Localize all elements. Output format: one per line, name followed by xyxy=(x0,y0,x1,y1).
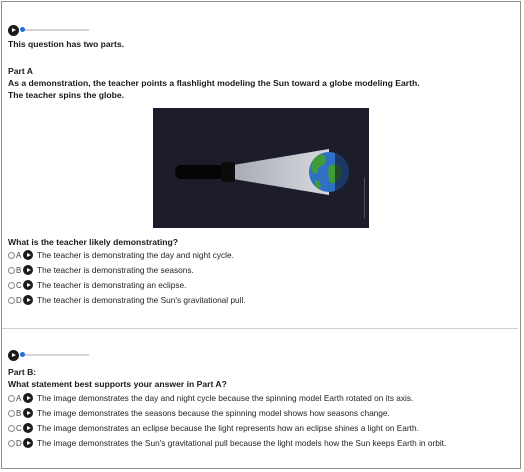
section-divider xyxy=(2,328,518,329)
audio-progress-knob[interactable] xyxy=(20,27,25,32)
option-text: The image demonstrates an eclipse becaus… xyxy=(37,423,419,433)
play-icon[interactable] xyxy=(23,280,33,290)
part-b-audio-player[interactable] xyxy=(8,349,89,361)
play-icon[interactable] xyxy=(23,265,33,275)
play-icon[interactable] xyxy=(23,393,33,403)
option-text: The teacher is demonstrating the Sun's g… xyxy=(37,295,246,305)
audio-progress-track[interactable] xyxy=(20,352,89,357)
play-icon[interactable] xyxy=(23,250,33,260)
play-icon[interactable] xyxy=(23,295,33,305)
part-a-option-d[interactable]: D The teacher is demonstrating the Sun's… xyxy=(8,294,246,306)
part-b-option-d[interactable]: D The image demonstrates the Sun's gravi… xyxy=(8,437,446,449)
option-letter: B xyxy=(16,265,22,275)
part-a-audio-player[interactable] xyxy=(8,24,89,36)
radio-icon[interactable] xyxy=(8,409,15,417)
part-b-option-a[interactable]: A The image demonstrates the day and nig… xyxy=(8,392,413,404)
radio-icon[interactable] xyxy=(8,424,15,432)
option-letter: A xyxy=(16,250,22,260)
part-a-option-c[interactable]: C The teacher is demonstrating an eclips… xyxy=(8,279,186,291)
option-text: The teacher is demonstrating the day and… xyxy=(37,250,234,260)
option-text: The teacher is demonstrating an eclipse. xyxy=(37,280,187,290)
option-letter: D xyxy=(16,295,22,305)
play-icon[interactable] xyxy=(23,423,33,433)
flashlight-globe-illustration xyxy=(153,108,369,228)
radio-icon[interactable] xyxy=(8,394,15,402)
option-text: The image demonstrates the Sun's gravita… xyxy=(37,438,447,448)
option-letter: C xyxy=(16,280,22,290)
option-letter: C xyxy=(16,423,22,433)
radio-icon[interactable] xyxy=(8,281,15,289)
play-icon[interactable] xyxy=(8,24,19,36)
option-text: The image demonstrates the day and night… xyxy=(37,393,414,403)
radio-icon[interactable] xyxy=(8,439,15,447)
part-b-option-c[interactable]: C The image demonstrates an eclipse beca… xyxy=(8,422,419,434)
audio-progress-track[interactable] xyxy=(20,27,89,32)
option-letter: A xyxy=(16,393,22,403)
part-a-prompt-line2: The teacher spins the globe. xyxy=(8,90,125,100)
part-b-option-b[interactable]: B The image demonstrates the seasons bec… xyxy=(8,407,390,419)
part-a-question: What is the teacher likely demonstrating… xyxy=(8,237,179,247)
flashlight-icon xyxy=(175,165,225,179)
option-text: The teacher is demonstrating the seasons… xyxy=(37,265,194,275)
part-a-heading: Part A xyxy=(8,66,33,76)
option-letter: D xyxy=(16,438,22,448)
part-b-question: What statement best supports your answer… xyxy=(8,379,227,389)
radio-icon[interactable] xyxy=(8,296,15,304)
radio-icon[interactable] xyxy=(8,251,15,259)
part-a-option-b[interactable]: B The teacher is demonstrating the seaso… xyxy=(8,264,194,276)
play-icon[interactable] xyxy=(23,438,33,448)
option-letter: B xyxy=(16,408,22,418)
intro-text: This question has two parts. xyxy=(8,39,125,49)
part-a-option-a[interactable]: A The teacher is demonstrating the day a… xyxy=(8,249,234,261)
audio-progress-knob[interactable] xyxy=(20,352,25,357)
play-icon[interactable] xyxy=(8,349,19,361)
part-b-heading: Part B: xyxy=(8,367,37,377)
radio-icon[interactable] xyxy=(8,266,15,274)
option-text: The image demonstrates the seasons becau… xyxy=(37,408,390,418)
play-icon[interactable] xyxy=(23,408,33,418)
part-a-prompt-line1: As a demonstration, the teacher points a… xyxy=(8,78,420,88)
